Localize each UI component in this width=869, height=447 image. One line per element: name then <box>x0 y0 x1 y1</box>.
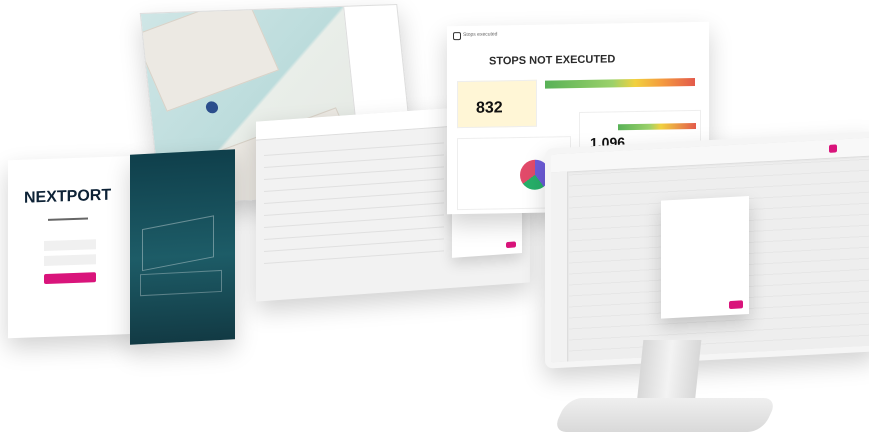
crane-wireframe <box>142 215 214 272</box>
login-screen: NEXTPORT <box>8 155 138 339</box>
monitor-sidebar <box>551 171 568 363</box>
dashboard-header-link[interactable]: Stops executed <box>463 31 497 38</box>
plus-icon[interactable] <box>829 144 837 153</box>
ship-wireframe <box>140 269 222 297</box>
table-body <box>264 132 444 295</box>
monitor-modal <box>661 196 749 319</box>
gauge-bar <box>618 122 696 131</box>
modal-button[interactable] <box>506 241 516 249</box>
kpi-value: 832 <box>476 99 503 117</box>
kpi-card: 832 <box>457 79 537 129</box>
dashboard-title: STOPS NOT EXECUTED <box>489 53 616 68</box>
map-land-area <box>139 4 280 112</box>
login-divider <box>48 217 88 221</box>
monitor-stand-neck <box>636 340 702 404</box>
login-button[interactable] <box>44 272 96 285</box>
arrow-icon[interactable] <box>453 32 461 41</box>
nextport-logo: NEXTPORT <box>24 186 112 207</box>
hero-photo <box>130 149 235 345</box>
modal-primary-button[interactable] <box>729 300 743 310</box>
monitor-stand-base <box>552 398 778 432</box>
login-field[interactable] <box>44 254 96 267</box>
gauge-bar <box>545 77 695 89</box>
monitor <box>545 131 869 369</box>
login-field[interactable] <box>44 239 96 252</box>
map-pin-icon[interactable] <box>205 101 219 114</box>
